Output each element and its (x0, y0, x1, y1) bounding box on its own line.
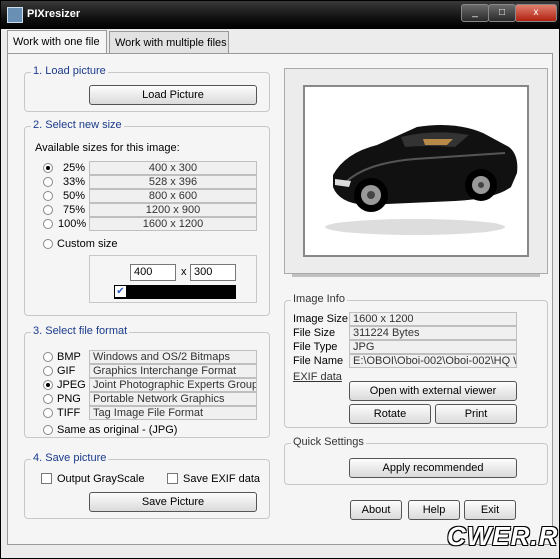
select-size-group: 2. Select new size Available sizes for t… (24, 119, 270, 316)
exit-button[interactable]: Exit (464, 500, 516, 520)
format-ext-jpeg: JPEG (57, 379, 86, 391)
file-name-label: File Name (293, 355, 344, 367)
quick-settings-group: Quick Settings Apply recommended (284, 436, 548, 485)
tab-one-file[interactable]: Work with one file (7, 30, 107, 54)
size-pct-25: 25% (63, 162, 86, 174)
custom-x-label: x (181, 266, 187, 278)
tab-panel: 1. Load picture Load Picture 2. Select n… (7, 53, 553, 545)
size-pct-100: 100% (58, 218, 87, 230)
rotate-button[interactable]: Rotate (349, 404, 431, 424)
format-desc-gif: Graphics Interchange Format (89, 364, 257, 378)
minimize-button[interactable]: _ (461, 4, 489, 22)
format-radio-tiff[interactable] (43, 408, 53, 418)
format-radio-bmp[interactable] (43, 352, 53, 362)
size-radio-25[interactable] (43, 163, 53, 173)
file-name-value: E:\OBOI\Oboi-002\Oboi-002\HQ W (349, 354, 517, 368)
save-picture-button[interactable]: Save Picture (89, 492, 257, 512)
select-size-legend: 2. Select new size (31, 119, 124, 131)
aspect-ratio-check-icon[interactable]: ✔ (115, 286, 126, 297)
title-bar: PIXresizer _ □ x (1, 1, 559, 29)
close-button[interactable]: x (515, 4, 557, 22)
tab-multiple-files[interactable]: Work with multiple files (109, 31, 229, 53)
custom-size-box: 400 x 300 ✔ (89, 255, 257, 303)
load-picture-button[interactable]: Load Picture (89, 85, 257, 105)
size-pct-75: 75% (63, 204, 86, 216)
image-size-label: Image Size (293, 313, 349, 325)
window-title: PIXresizer (27, 8, 81, 20)
file-format-group: 3. Select file format BMP Windows and OS… (24, 325, 270, 438)
available-sizes-label: Available sizes for this image: (35, 142, 180, 154)
format-desc-bmp: Windows and OS/2 Bitmaps (89, 350, 257, 364)
load-picture-group: 1. Load picture Load Picture (24, 65, 270, 112)
format-radio-png[interactable] (43, 394, 53, 404)
file-type-label: File Type (293, 341, 338, 353)
format-ext-png: PNG (57, 393, 81, 405)
format-desc-jpeg: Joint Photographic Experts Group (89, 378, 257, 392)
save-exif-label: Save EXIF data (183, 473, 261, 485)
file-size-label: File Size (293, 327, 336, 339)
preview-frame (284, 68, 548, 274)
exif-data-link[interactable]: EXIF data (293, 371, 342, 383)
format-ext-gif: GIF (57, 365, 76, 377)
about-button[interactable]: About (350, 500, 402, 520)
print-button[interactable]: Print (435, 404, 517, 424)
watermark-logo: CWER.RU (447, 521, 560, 551)
size-dims-25: 400 x 300 (89, 161, 257, 175)
app-icon (7, 7, 23, 23)
format-ext-tiff: TIFF (57, 407, 81, 419)
size-radio-100[interactable] (43, 219, 53, 229)
load-picture-legend: 1. Load picture (31, 65, 108, 77)
save-exif-checkbox[interactable] (167, 473, 178, 484)
custom-size-label: Custom size (57, 238, 118, 250)
size-pct-33: 33% (63, 176, 86, 188)
file-type-value: JPG (349, 340, 517, 354)
format-ext-bmp: BMP (57, 351, 81, 363)
save-picture-legend: 4. Save picture (31, 452, 109, 464)
car-image-icon (325, 125, 518, 235)
maximize-button[interactable]: □ (488, 4, 516, 22)
image-info-legend: Image Info (291, 293, 347, 305)
open-external-viewer-button[interactable]: Open with external viewer (349, 381, 517, 401)
file-format-legend: 3. Select file format (31, 325, 130, 337)
image-info-group: Image Info Image Size 1600 x 1200 File S… (284, 293, 548, 428)
size-dims-75: 1200 x 900 (89, 203, 257, 217)
custom-height-input[interactable]: 300 (190, 264, 236, 281)
file-size-value: 311224 Bytes (349, 326, 517, 340)
app-window: PIXresizer _ □ x Work with one file Work… (0, 0, 560, 559)
save-picture-group: 4. Save picture Output GrayScale Save EX… (24, 452, 270, 519)
size-pct-50: 50% (63, 190, 86, 202)
size-dims-33: 528 x 396 (89, 175, 257, 189)
aspect-ratio-bar: ✔ (114, 285, 236, 299)
size-radio-33[interactable] (43, 177, 53, 187)
size-dims-100: 1600 x 1200 (89, 217, 257, 231)
grayscale-label: Output GrayScale (57, 473, 145, 485)
help-button[interactable]: Help (408, 500, 460, 520)
size-radio-75[interactable] (43, 205, 53, 215)
preview-stand (292, 274, 540, 277)
same-as-original-label: Same as original - (JPG) (57, 424, 178, 436)
format-radio-jpeg[interactable] (43, 380, 53, 390)
custom-width-input[interactable]: 400 (130, 264, 176, 281)
image-size-value: 1600 x 1200 (349, 312, 517, 326)
grayscale-checkbox[interactable] (41, 473, 52, 484)
apply-recommended-button[interactable]: Apply recommended (349, 458, 517, 478)
quick-settings-legend: Quick Settings (291, 436, 366, 448)
size-dims-50: 800 x 600 (89, 189, 257, 203)
same-as-original-radio[interactable] (43, 425, 53, 435)
size-radio-50[interactable] (43, 191, 53, 201)
format-radio-gif[interactable] (43, 366, 53, 376)
custom-size-radio[interactable] (43, 239, 53, 249)
format-desc-tiff: Tag Image File Format (89, 406, 257, 420)
format-desc-png: Portable Network Graphics (89, 392, 257, 406)
preview-image (303, 85, 529, 257)
